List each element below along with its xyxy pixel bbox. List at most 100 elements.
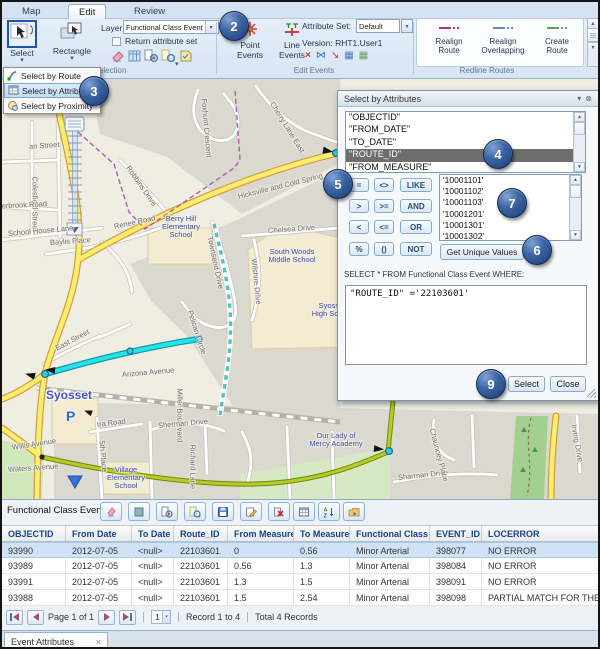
edit-event-button[interactable] (240, 502, 262, 521)
zoom-attributes-icon[interactable] (161, 49, 176, 68)
callout-5: 5 (323, 169, 353, 199)
operator-parens-button[interactable]: () (374, 242, 394, 256)
operator-greaterequal-button[interactable]: >= (374, 199, 394, 213)
remove-event-icon[interactable]: × (305, 50, 311, 62)
tab-edit[interactable]: Edit (68, 4, 106, 19)
return-attribute-set-checkbox[interactable] (112, 37, 121, 46)
operator-not-button[interactable]: NOT (400, 242, 432, 256)
scroll-down-icon[interactable]: ▼ (574, 162, 585, 172)
chevron-down-icon[interactable]: ▾ (175, 62, 179, 67)
scroll-up-icon[interactable]: ▲ (588, 19, 598, 29)
values-scrollbar[interactable]: ▲ ▼ (569, 175, 581, 240)
table-row[interactable]: 93991 2012-07-05 <null> 22103601 1.3 1.5… (2, 574, 600, 590)
field-item[interactable]: "OBJECTID" (346, 112, 585, 124)
field-item[interactable]: "TO_DATE" (346, 137, 585, 149)
operator-lessequal-button[interactable]: <= (374, 220, 394, 234)
operator-notequal-button[interactable]: <> (374, 178, 394, 192)
scrollbar-thumb[interactable] (570, 185, 581, 198)
column-header[interactable]: OBJECTID (2, 526, 66, 541)
first-page-button[interactable] (6, 610, 23, 625)
switch-selection-button[interactable] (128, 502, 150, 521)
grid-icon[interactable]: ▦ (344, 50, 353, 62)
column-header[interactable]: Route_ID (174, 526, 228, 541)
tab-event-attributes[interactable]: Event Attributes × (4, 632, 108, 649)
zoom-to-events-button[interactable] (184, 502, 206, 521)
field-item-selected[interactable]: "ROUTE_ID" (346, 149, 585, 161)
value-item[interactable]: '10001301' (440, 220, 581, 231)
column-header[interactable]: Functional Class (350, 526, 430, 541)
operator-or-button[interactable]: OR (400, 220, 432, 234)
scrollbar-thumb[interactable] (574, 122, 585, 135)
realign-overlapping-button[interactable]: Realign Overlapping (475, 23, 531, 55)
split-event-icon[interactable]: ↘ (331, 50, 339, 62)
column-header[interactable]: EVENT_ID (430, 526, 482, 541)
close-icon[interactable]: ⊗ (585, 94, 592, 103)
page-number-dropdown[interactable]: 1 ▾ (151, 610, 171, 624)
column-header[interactable]: From Date (66, 526, 132, 541)
attribute-set-label: Attribute Set: (302, 21, 351, 31)
cell: 1.5 (228, 590, 294, 605)
clear-selection-button[interactable] (100, 502, 122, 521)
cell: 93988 (2, 590, 66, 605)
scroll-up-icon[interactable]: ▲ (574, 112, 585, 122)
fields-scrollbar[interactable]: ▲ ▼ (573, 112, 585, 172)
last-page-button[interactable] (119, 610, 136, 625)
attribute-set-arrow[interactable]: ▾ (401, 19, 413, 33)
grid-icon[interactable]: ▦ (359, 50, 368, 62)
rectangle-tool-icon (59, 20, 85, 46)
column-header[interactable]: To Date (132, 526, 174, 541)
field-item[interactable]: "FROM_MEASURE" (346, 162, 585, 173)
operator-like-button[interactable]: LIKE (400, 178, 432, 192)
ribbon-scrollbar[interactable]: ▲ ▼ (587, 18, 599, 67)
scroll-down-icon[interactable]: ▼ (588, 42, 598, 52)
tab-map[interactable]: Map (12, 4, 50, 19)
operator-greater-button[interactable]: > (349, 199, 369, 213)
fields-listbox[interactable]: "OBJECTID" "FROM_DATE" "TO_DATE" "ROUTE_… (345, 111, 586, 173)
column-header[interactable]: LOCERROR (482, 526, 600, 541)
table-row[interactable]: 93989 2012-07-05 <null> 22103601 0.56 1.… (2, 558, 600, 574)
layer-dropdown[interactable]: Functional Class Event ▾ (123, 20, 219, 34)
operator-percent-button[interactable]: % (349, 242, 369, 256)
rectangle-button[interactable]: Rectangle ▾ (46, 20, 98, 61)
resize-grip[interactable] (587, 389, 596, 398)
zoom-to-selected-button[interactable] (156, 502, 178, 521)
close-tab-icon[interactable]: × (96, 637, 101, 647)
next-page-button[interactable] (98, 610, 115, 625)
route-icon (7, 70, 18, 81)
save-button[interactable] (212, 502, 234, 521)
dialog-title-bar[interactable]: Select by Attributes ▾ ⊗ (338, 91, 598, 107)
column-header[interactable]: To Measure (294, 526, 350, 541)
query-textarea[interactable]: "ROUTE_ID" ='22103601' (345, 285, 587, 365)
chevron-down-icon[interactable]: ▾ (205, 21, 216, 33)
column-header[interactable]: From Measure (228, 526, 294, 541)
chevron-down-icon[interactable]: ▾ (577, 94, 581, 103)
table-header[interactable]: OBJECTID From Date To Date Route_ID From… (2, 525, 600, 542)
close-button[interactable]: Close (550, 376, 586, 392)
scrollbar-thumb[interactable] (588, 29, 598, 42)
create-route-icon (547, 23, 567, 33)
previous-page-button[interactable] (27, 610, 44, 625)
value-item[interactable]: '10001101' (440, 175, 581, 186)
value-item[interactable]: '10001302' (440, 231, 581, 241)
table-row-selected[interactable]: 93990 2012-07-05 <null> 22103601 0 0.56 … (2, 542, 600, 558)
create-route-button[interactable]: Create Route (529, 23, 585, 55)
delete-event-button[interactable] (268, 502, 290, 521)
export-button[interactable] (343, 502, 365, 521)
scroll-down-icon[interactable]: ▼ (570, 230, 581, 240)
select-confirm-button[interactable]: Select (508, 376, 545, 392)
realign-route-button[interactable]: Realign Route (421, 23, 477, 55)
table-row[interactable]: 93988 2012-07-05 <null> 22103601 1.5 2.5… (2, 590, 600, 606)
select-button[interactable]: Select ▾ (5, 20, 39, 63)
layer-label: Layer: (101, 23, 125, 33)
scroll-up-icon[interactable]: ▲ (570, 175, 581, 185)
table-options-button[interactable] (293, 502, 315, 521)
get-unique-values-button[interactable]: Get Unique Values (440, 244, 524, 260)
operator-less-button[interactable]: < (349, 220, 369, 234)
field-item[interactable]: "FROM_DATE" (346, 124, 585, 136)
operator-and-button[interactable]: AND (400, 199, 432, 213)
sort-button[interactable]: AZ (318, 502, 340, 521)
merge-events-icon[interactable]: ⋈ (316, 50, 326, 62)
tab-review[interactable]: Review (124, 4, 175, 19)
attribute-set-dropdown[interactable]: Default (356, 19, 400, 33)
sheet-icon[interactable] (178, 49, 193, 68)
